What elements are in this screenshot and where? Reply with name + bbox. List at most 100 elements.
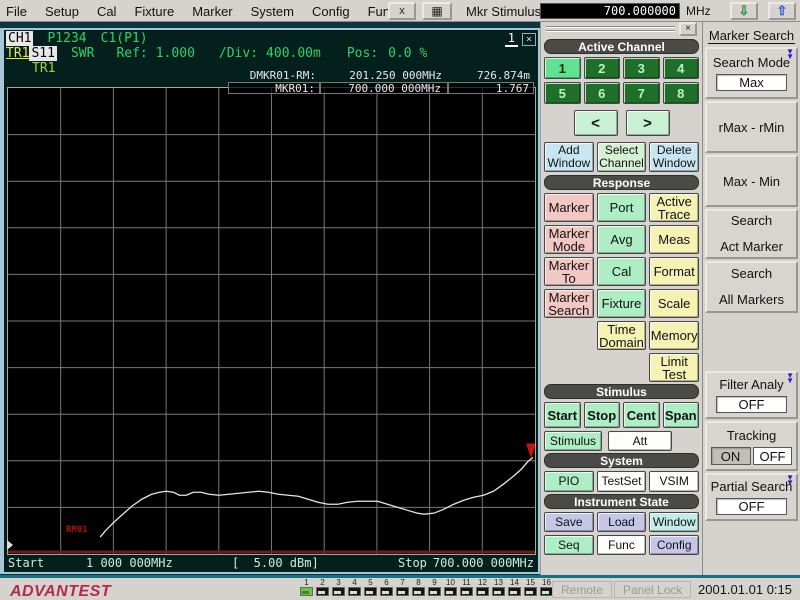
panel-grabber[interactable]: ×: [544, 22, 699, 37]
channel-5-button[interactable]: 5: [544, 82, 581, 104]
start-button[interactable]: Start: [544, 402, 581, 428]
save-button[interactable]: Save: [544, 512, 594, 532]
add-window-button[interactable]: Add Window: [544, 142, 594, 172]
advantest-logo: ADVANTEST: [10, 583, 111, 600]
port-led-icon: [428, 587, 441, 596]
trace-name[interactable]: TR1: [6, 46, 29, 61]
marker-to-button[interactable]: Marker To: [544, 257, 594, 286]
load-button[interactable]: Load: [597, 512, 647, 532]
port-indicators: 12345678910111213141516: [300, 578, 553, 596]
span-button[interactable]: Span: [663, 402, 700, 428]
step-up-icon[interactable]: ⇧: [768, 2, 796, 20]
port-button[interactable]: Port: [597, 193, 647, 222]
reference-marker-label: RM01: [66, 525, 88, 535]
max-min-softkey[interactable]: Max - Min: [705, 155, 798, 207]
rmax-rmin-softkey[interactable]: rMax - rMin: [705, 101, 798, 153]
port-indicator-14: 14: [508, 578, 521, 596]
step-down-icon[interactable]: ⇩: [730, 2, 758, 20]
limit-test-button[interactable]: Limit Test: [649, 353, 699, 382]
menu-marker[interactable]: Marker: [190, 3, 234, 20]
port-led-icon: [412, 587, 425, 596]
tracking-softkey[interactable]: Tracking ON OFF: [705, 421, 798, 471]
testset-button[interactable]: TestSet: [597, 471, 647, 492]
func-button[interactable]: Func: [597, 535, 647, 555]
cent-button[interactable]: Cent: [623, 402, 660, 428]
mkr-stimulus-input[interactable]: [540, 3, 680, 19]
panel-lock-indicator: Panel Lock: [614, 581, 691, 598]
port-led-icon: [460, 587, 473, 596]
panel-close-button[interactable]: ×: [679, 22, 697, 36]
cal-button[interactable]: Cal: [597, 257, 647, 286]
channel-1-button[interactable]: 1: [544, 57, 581, 79]
remote-indicator: Remote: [552, 581, 612, 598]
channel-7-button[interactable]: 7: [623, 82, 660, 104]
select-channel-button[interactable]: Select Channel: [597, 142, 647, 172]
menu-system[interactable]: System: [249, 3, 296, 20]
seq-button[interactable]: Seq: [544, 535, 594, 555]
search-all-markers-softkey[interactable]: Search All Markers: [705, 261, 798, 313]
delta-marker-readout: DMKR01-RM: 201.250 000MHz 726.874m: [228, 70, 534, 82]
response-header: Response: [544, 175, 699, 190]
channel-6-button[interactable]: 6: [584, 82, 621, 104]
marker-mode-button[interactable]: Marker Mode: [544, 225, 594, 254]
port-indicator-9: 9: [428, 578, 441, 596]
window-button[interactable]: Window: [649, 512, 699, 532]
pos-value: 0.0 %: [388, 46, 427, 61]
menu-fixture[interactable]: Fixture: [132, 3, 176, 20]
fixture-button[interactable]: Fixture: [597, 289, 647, 318]
toolbar-close-button[interactable]: x: [388, 2, 416, 20]
channel-label[interactable]: CH1: [6, 31, 33, 46]
next-channel-button[interactable]: >: [626, 110, 670, 136]
div-label: /Div:: [219, 46, 258, 61]
channel-3-button[interactable]: 3: [623, 57, 660, 79]
window-close-icon[interactable]: ×: [522, 33, 536, 46]
search-mode-value: Max: [716, 74, 787, 91]
meas-button[interactable]: Meas: [649, 225, 699, 254]
delete-window-button[interactable]: Delete Window: [649, 142, 699, 172]
start-value: 1 000 000MHz: [86, 556, 173, 570]
config-button[interactable]: Config: [649, 535, 699, 555]
menu-cal[interactable]: Cal: [95, 3, 119, 20]
marker-readouts: DMKR01-RM: 201.250 000MHz 726.874m MKR01…: [228, 70, 534, 94]
menu-file[interactable]: File: [4, 3, 29, 20]
port-indicator-1: 1: [300, 578, 313, 596]
cal-state-label: C1(P1): [101, 31, 148, 46]
marker-button[interactable]: Marker: [544, 193, 594, 222]
port-indicator-6: 6: [380, 578, 393, 596]
channel-4-button[interactable]: 4: [663, 57, 700, 79]
channel-2-button[interactable]: 2: [584, 57, 621, 79]
s-parameter-label[interactable]: S11: [29, 46, 56, 61]
tracking-on-button[interactable]: ON: [711, 447, 751, 465]
avg-button[interactable]: Avg: [597, 225, 647, 254]
trace-plot: [8, 88, 535, 554]
memory-button[interactable]: Memory: [649, 321, 699, 350]
time-domain-button[interactable]: Time Domain: [597, 321, 647, 350]
att-button[interactable]: Att: [608, 431, 672, 451]
format-button[interactable]: Format: [649, 257, 699, 286]
menu-setup[interactable]: Setup: [43, 3, 81, 20]
prev-channel-button[interactable]: <: [574, 110, 618, 136]
channel-8-button[interactable]: 8: [663, 82, 700, 104]
calculator-icon[interactable]: ▦: [422, 2, 452, 20]
active-trace-button[interactable]: Active Trace: [649, 193, 699, 222]
scale-button[interactable]: Scale: [649, 289, 699, 318]
partial-search-softkey[interactable]: ▼▼ Partial Search OFF: [705, 473, 798, 521]
active-channel-header: Active Channel: [544, 39, 699, 54]
filter-analy-softkey[interactable]: ▼▼ Filter Analy OFF: [705, 371, 798, 419]
stimulus-button[interactable]: Stimulus: [544, 431, 602, 451]
search-mode-softkey[interactable]: ▼▼ Search Mode Max: [705, 47, 798, 99]
tracking-off-button[interactable]: OFF: [753, 447, 793, 465]
vsim-button[interactable]: VSIM: [649, 471, 699, 492]
marker-search-button[interactable]: Marker Search: [544, 289, 594, 318]
port-led-icon: [332, 587, 345, 596]
port-indicator-4: 4: [348, 578, 361, 596]
graph-plot-area[interactable]: RM01: [7, 87, 536, 555]
channel-buttons-row2: 5 6 7 8: [544, 82, 699, 104]
pio-button[interactable]: PIO: [544, 471, 594, 492]
search-act-marker-softkey[interactable]: Search Act Marker: [705, 209, 798, 259]
stop-button[interactable]: Stop: [584, 402, 621, 428]
menu-config[interactable]: Config: [310, 3, 352, 20]
port-indicator-2: 2: [316, 578, 329, 596]
status-bar: ADVANTEST 12345678910111213141516 Remote…: [0, 575, 800, 600]
ref-value: 1.000: [156, 46, 195, 61]
